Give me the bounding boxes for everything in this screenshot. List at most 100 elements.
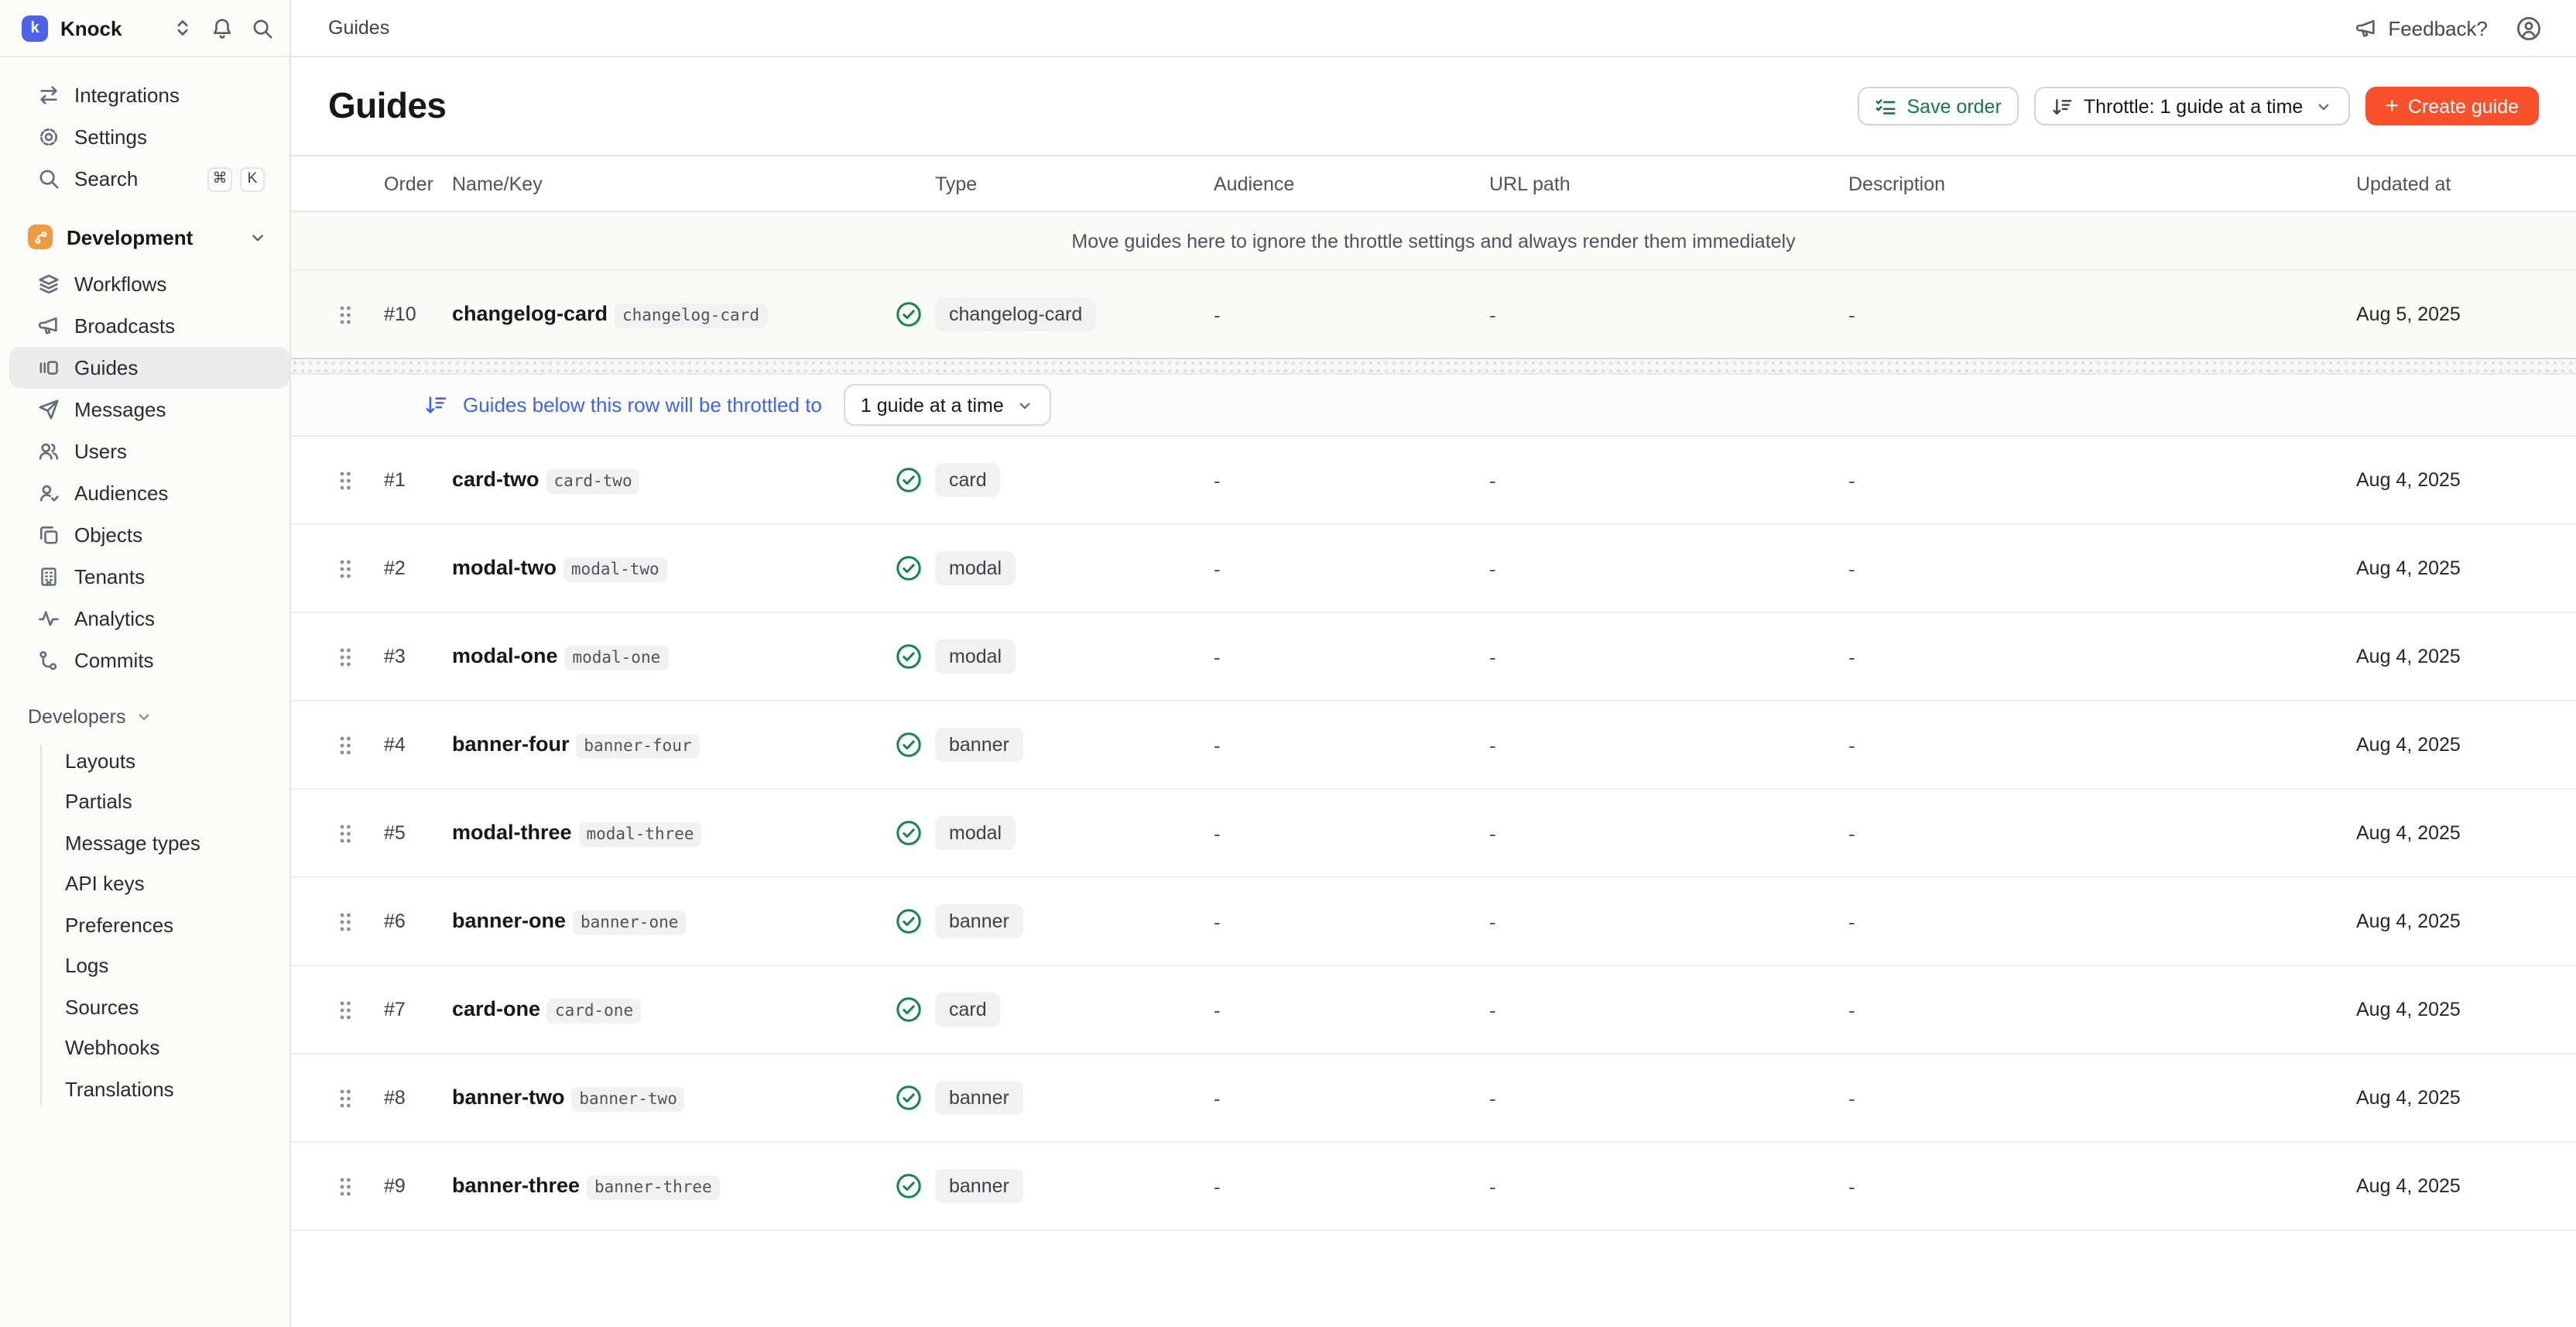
- save-order-button[interactable]: Save order: [1858, 87, 2019, 125]
- table-row[interactable]: #9 banner-three banner-three banner - - …: [291, 1143, 2576, 1231]
- sidebar-item-analytics[interactable]: Analytics: [9, 598, 289, 639]
- url-path-value: -: [1489, 910, 1848, 933]
- type-badge: banner: [935, 728, 1023, 762]
- drag-handle-icon[interactable]: [337, 910, 384, 933]
- guide-name[interactable]: card-two: [452, 468, 540, 491]
- updated-at-value: Aug 4, 2025: [2356, 1087, 2539, 1109]
- guide-name[interactable]: banner-four: [452, 732, 570, 756]
- developers-item-label: Webhooks: [65, 1037, 159, 1060]
- building-icon: [37, 565, 60, 588]
- guide-name[interactable]: modal-three: [452, 821, 572, 844]
- sidebar-item-objects[interactable]: Objects: [9, 514, 289, 556]
- status-check-icon: [895, 466, 923, 494]
- guide-key-badge: banner-one: [573, 910, 686, 935]
- swap-arrows-icon: [37, 84, 60, 107]
- table-row[interactable]: #1 card-two card-two card - - - Aug 4,: [291, 437, 2576, 525]
- drag-handle-icon[interactable]: [337, 645, 384, 668]
- developers-item[interactable]: Partials: [0, 781, 289, 822]
- drag-handle-icon[interactable]: [337, 821, 384, 845]
- audience-value: -: [1214, 557, 1489, 580]
- sidebar-item-settings[interactable]: Settings: [9, 116, 280, 158]
- url-path-value: -: [1489, 821, 1848, 845]
- guide-name[interactable]: changelog-card: [452, 302, 608, 325]
- sort-descending-icon: [2051, 95, 2073, 117]
- git-branch-icon: [28, 225, 53, 249]
- sidebar-item-search[interactable]: Search ⌘ K: [9, 158, 280, 200]
- table-row[interactable]: #2 modal-two modal-two modal - - - Aug: [291, 525, 2576, 613]
- sidebar-item-integrations[interactable]: Integrations: [9, 74, 280, 116]
- workspace-switcher[interactable]: k Knock: [0, 0, 289, 57]
- developers-item[interactable]: Logs: [0, 945, 289, 986]
- sidebar-item-audiences[interactable]: Audiences: [9, 472, 289, 514]
- row-order: #4: [384, 734, 452, 756]
- guide-key-badge: card-one: [547, 999, 641, 1024]
- table-row[interactable]: #8 banner-two banner-two banner - - - A: [291, 1054, 2576, 1143]
- throttle-divider-label: Guides below this row will be throttled …: [463, 393, 822, 417]
- guide-name[interactable]: modal-one: [452, 644, 558, 667]
- table-row[interactable]: #4 banner-four banner-four banner - - -: [291, 701, 2576, 790]
- updated-at-value: Aug 4, 2025: [2356, 910, 2539, 932]
- search-icon[interactable]: [251, 16, 274, 39]
- guide-key-badge: modal-one: [564, 646, 668, 670]
- row-order: #8: [384, 1087, 452, 1109]
- breadcrumb[interactable]: Guides: [328, 17, 389, 39]
- sidebar-item-messages[interactable]: Messages: [9, 389, 289, 430]
- developers-item[interactable]: Layouts: [0, 740, 289, 781]
- drag-handle-icon[interactable]: [337, 1174, 384, 1198]
- chevrons-up-down-icon[interactable]: [172, 17, 194, 39]
- sidebar-item-guides[interactable]: Guides: [9, 347, 289, 389]
- guide-name[interactable]: banner-one: [452, 909, 566, 932]
- developers-item[interactable]: Translations: [0, 1068, 289, 1109]
- guide-name[interactable]: banner-three: [452, 1174, 580, 1197]
- throttle-amount-select[interactable]: 1 guide at a time: [844, 384, 1052, 426]
- status-check-icon: [895, 731, 923, 759]
- description-value: -: [1848, 1174, 2356, 1198]
- guide-key-badge: banner-three: [587, 1175, 720, 1200]
- kbd-command: ⌘: [207, 166, 232, 191]
- drag-handle-icon[interactable]: [337, 557, 384, 580]
- column-audience: Audience: [1214, 173, 1489, 194]
- account-avatar-icon[interactable]: [2516, 15, 2542, 41]
- type-badge: banner: [935, 904, 1023, 938]
- drag-handle-icon[interactable]: [337, 733, 384, 756]
- type-badge: card: [935, 463, 1001, 497]
- drag-handle-icon[interactable]: [337, 303, 384, 326]
- guide-key-badge: modal-two: [564, 557, 667, 582]
- audience-value: -: [1214, 821, 1489, 845]
- drag-handle-icon[interactable]: [337, 1086, 384, 1109]
- sidebar-item-tenants[interactable]: Tenants: [9, 556, 289, 598]
- status-check-icon: [895, 819, 923, 847]
- drag-handle-icon[interactable]: [337, 468, 384, 492]
- sidebar-item-users[interactable]: Users: [9, 430, 289, 472]
- description-value: -: [1848, 998, 2356, 1021]
- developers-section-toggle[interactable]: Developers: [0, 697, 289, 737]
- feedback-button[interactable]: Feedback?: [2354, 16, 2488, 39]
- audience-value: -: [1214, 910, 1489, 933]
- sidebar-item-commits[interactable]: Commits: [9, 639, 289, 681]
- environment-switcher[interactable]: Development: [0, 214, 289, 260]
- throttle-drop-zone: [291, 358, 2576, 375]
- bell-icon[interactable]: [211, 16, 234, 39]
- developers-item[interactable]: Message types: [0, 822, 289, 863]
- developers-item[interactable]: Webhooks: [0, 1027, 289, 1068]
- table-row[interactable]: #7 card-one card-one card - - - Aug 4,: [291, 966, 2576, 1054]
- table-row[interactable]: #3 modal-one modal-one modal - - - Aug: [291, 613, 2576, 701]
- throttle-select[interactable]: Throttle: 1 guide at a time: [2034, 87, 2350, 125]
- megaphone-icon: [37, 314, 60, 338]
- table-row[interactable]: #5 modal-three modal-three modal - - -: [291, 790, 2576, 878]
- guide-name[interactable]: card-one: [452, 997, 540, 1020]
- developers-item[interactable]: API keys: [0, 863, 289, 904]
- guide-name[interactable]: modal-two: [452, 556, 557, 579]
- guide-name[interactable]: banner-two: [452, 1085, 565, 1109]
- developers-item[interactable]: Sources: [0, 986, 289, 1027]
- sidebar-item-workflows[interactable]: Workflows: [9, 263, 289, 305]
- updated-at-value: Aug 4, 2025: [2356, 646, 2539, 667]
- workspace-name: Knock: [60, 16, 122, 39]
- sidebar-item-broadcasts[interactable]: Broadcasts: [9, 305, 289, 347]
- table-row[interactable]: #6 banner-one banner-one banner - - - A: [291, 878, 2576, 966]
- create-guide-button[interactable]: + Create guide: [2365, 87, 2539, 125]
- row-order: #2: [384, 557, 452, 579]
- table-row[interactable]: #10 changelog-card changelog-card change…: [291, 269, 2576, 358]
- developers-item[interactable]: Preferences: [0, 904, 289, 945]
- drag-handle-icon[interactable]: [337, 998, 384, 1021]
